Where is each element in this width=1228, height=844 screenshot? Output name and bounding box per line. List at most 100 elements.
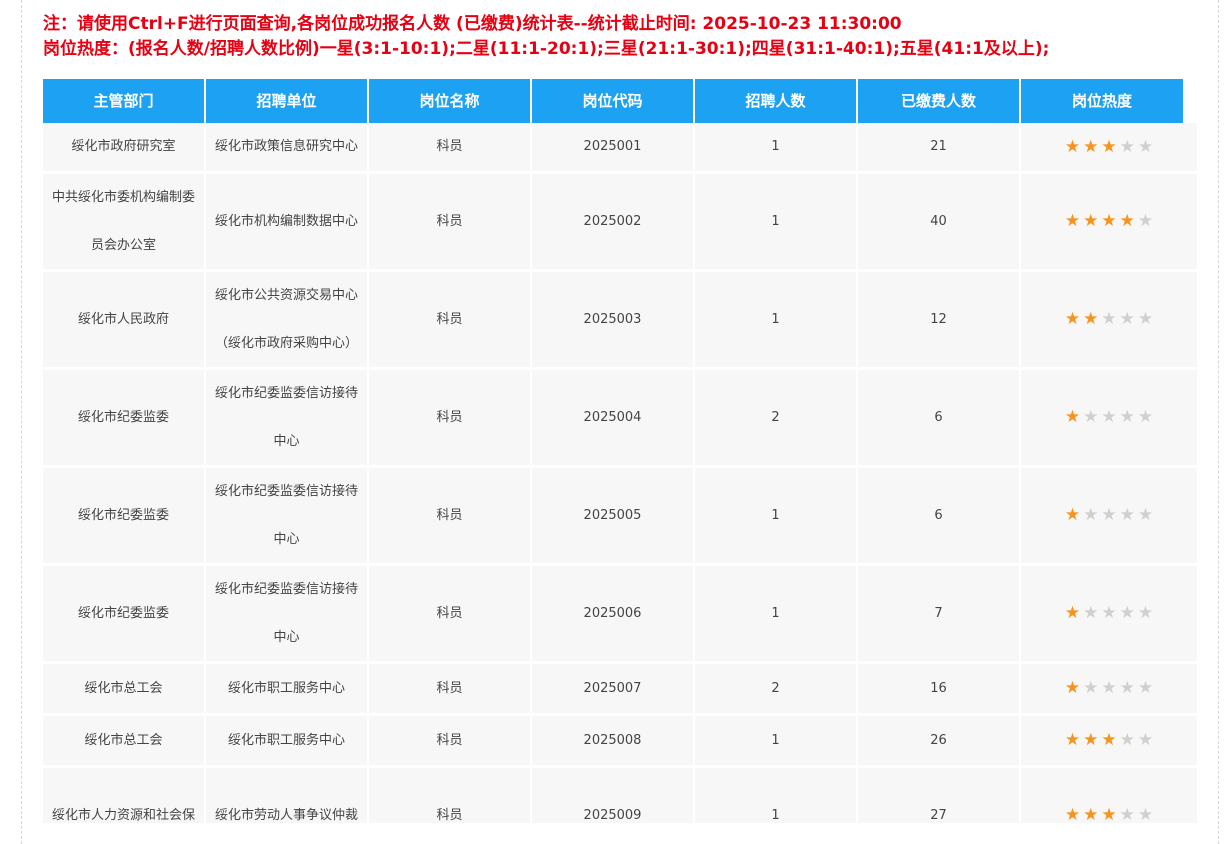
post-cell: 科员 [369,123,532,171]
hire-count-cell: 1 [695,716,858,765]
post-cell-text: 科员 [436,732,463,748]
star-empty-icon: ★ [1101,309,1117,329]
popularity-cell: ★ ★ ★ ★ ★ [1021,123,1197,171]
post-cell-text: 科员 [436,213,463,229]
dept-cell: 绥化市纪委监委 [43,566,206,661]
paid-count-cell-text: 16 [930,680,947,696]
page: 注：请使用Ctrl+F进行页面查询,各岗位成功报名人数 (已缴费)统计表--统计… [0,0,1228,844]
paid-count-cell-text: 6 [934,507,943,523]
dept-cell-text: 绥化市总工会 [84,732,163,748]
header-popularity: 岗位热度 [1021,79,1183,123]
hire-count-cell-text: 1 [771,605,780,621]
star-filled-icon: ★ [1064,730,1081,750]
dept-cell-text: 绥化市政府研究室 [71,139,176,154]
star-empty-icon: ★ [1137,805,1154,824]
dept-cell-text: 绥化市纪委监委 [77,409,169,425]
code-cell-text: 2025006 [583,605,642,621]
star-empty-icon: ★ [1119,678,1135,698]
dept-cell: 中共绥化市委机构编制委员会办公室 [43,174,206,269]
star-filled-icon: ★ [1064,603,1081,623]
header-code: 岗位代码 [532,79,695,123]
dept-cell-text: 中共绥化市委机构编制委员会办公室 [51,189,195,253]
popularity-cell: ★ ★ ★ ★ ★ [1021,370,1197,465]
dept-cell-text: 绥化市人力资源和社会保 [51,807,195,823]
paid-count-cell-text: 40 [930,213,947,229]
unit-cell: 绥化市纪委监委信访接待中心 [206,566,369,661]
paid-count-cell: 6 [858,468,1021,563]
star-empty-icon: ★ [1137,603,1154,623]
header-post: 岗位名称 [369,79,532,123]
notice: 注：请使用Ctrl+F进行页面查询,各岗位成功报名人数 (已缴费)统计表--统计… [43,12,1049,62]
code-cell: 2025003 [532,272,695,367]
dept-cell: 绥化市总工会 [43,664,206,713]
code-cell: 2025002 [532,174,695,269]
paid-count-cell-text: 26 [930,732,947,748]
hire-count-cell-text: 2 [771,409,780,425]
code-cell: 2025005 [532,468,695,563]
star-empty-icon: ★ [1137,678,1154,698]
star-rating: ★ ★ ★ ★ ★ [1065,680,1153,697]
code-cell-text: 2025004 [583,409,642,425]
star-empty-icon: ★ [1137,136,1154,157]
table-row: 绥化市总工会 绥化市职工服务中心 科员 2025008 1 26 ★ ★ ★ ★ ★ [43,716,1197,768]
dept-cell: 绥化市人力资源和社会保 [43,768,206,823]
star-empty-icon: ★ [1119,309,1135,329]
code-cell-text: 2025005 [583,507,642,523]
star-empty-icon: ★ [1119,730,1135,750]
hire-count-cell-text: 1 [771,507,780,523]
code-cell-text: 2025002 [583,213,642,229]
dept-cell: 绥化市政府研究室 [43,123,206,171]
star-filled-icon: ★ [1083,136,1099,157]
post-cell: 科员 [369,468,532,563]
star-empty-icon: ★ [1119,136,1135,157]
unit-cell: 绥化市纪委监委信访接待中心 [206,370,369,465]
dept-cell: 绥化市纪委监委 [43,370,206,465]
paid-count-cell: 7 [858,566,1021,661]
paid-count-cell-text: 27 [930,807,947,823]
star-empty-icon: ★ [1101,505,1117,525]
paid-count-cell: 6 [858,370,1021,465]
dept-cell-text: 绥化市人民政府 [77,311,169,327]
star-filled-icon: ★ [1064,407,1081,427]
header-dept: 主管部门 [43,79,206,123]
star-empty-icon: ★ [1083,603,1099,623]
dept-cell: 绥化市总工会 [43,716,206,765]
code-cell: 2025001 [532,123,695,171]
star-filled-icon: ★ [1064,309,1081,329]
post-cell-text: 科员 [436,807,463,823]
hire-count-cell: 1 [695,123,858,171]
star-filled-icon: ★ [1083,730,1099,750]
table-row: 中共绥化市委机构编制委员会办公室 绥化市机构编制数据中心 科员 2025002 1 40 ★… [43,174,1197,272]
unit-cell: 绥化市机构编制数据中心 [206,174,369,269]
unit-cell-text: 绥化市公共资源交易中心（绥化市政府采购中心） [214,287,358,351]
unit-cell: 绥化市职工服务中心 [206,664,369,713]
star-filled-icon: ★ [1064,136,1081,157]
table-header: 主管部门 招聘单位 岗位名称 岗位代码 招聘人数 已缴费人数 岗位热度 [43,79,1197,123]
unit-cell-text: 绥化市政策信息研究中心 [214,139,358,154]
dept-cell: 绥化市人民政府 [43,272,206,367]
paid-count-cell-text: 12 [930,311,947,327]
paid-count-cell-text: 6 [934,409,943,425]
code-cell: 2025004 [532,370,695,465]
post-cell: 科员 [369,716,532,765]
unit-cell: 绥化市职工服务中心 [206,716,369,765]
unit-cell-text: 绥化市纪委监委信访接待中心 [214,483,358,547]
hire-count-cell: 1 [695,768,858,823]
star-rating: ★ ★ ★ ★ ★ [1065,605,1153,622]
post-cell: 科员 [369,566,532,661]
dept-cell-text: 绥化市总工会 [84,680,163,696]
star-empty-icon: ★ [1101,678,1117,698]
post-cell-text: 科员 [436,409,463,425]
header-unit: 招聘单位 [206,79,369,123]
table-row: 绥化市人民政府 绥化市公共资源交易中心（绥化市政府采购中心） 科员 2025003 1 1… [43,272,1197,370]
hire-count-cell: 2 [695,370,858,465]
star-filled-icon: ★ [1101,136,1117,157]
star-empty-icon: ★ [1137,309,1154,329]
unit-cell-text: 绥化市劳动人事争议仲裁 [214,807,358,823]
right-dashed-border [1218,0,1219,844]
code-cell-text: 2025001 [583,139,642,154]
star-empty-icon: ★ [1137,505,1154,525]
popularity-cell: ★ ★ ★ ★ ★ [1021,664,1197,713]
star-rating: ★ ★ ★ ★ ★ [1064,136,1154,157]
post-cell: 科员 [369,272,532,367]
